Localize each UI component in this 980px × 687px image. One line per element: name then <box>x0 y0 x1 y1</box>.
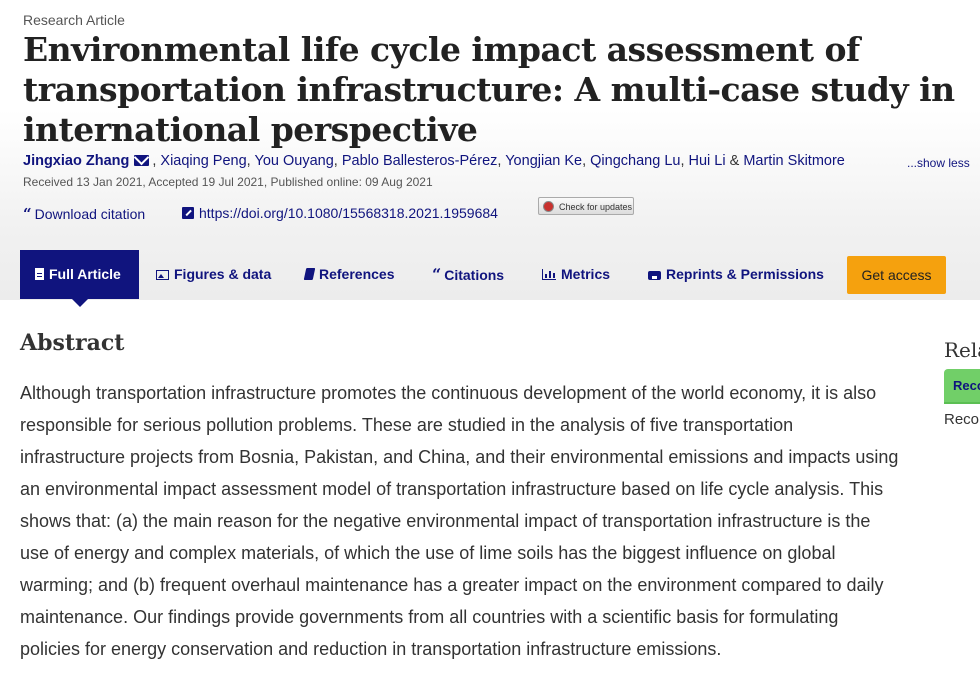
download-citation-link[interactable]: “Download citation <box>23 205 145 223</box>
bar-chart-icon <box>542 269 556 280</box>
image-icon <box>156 270 169 280</box>
show-less-link[interactable]: ...show less <box>907 156 970 170</box>
abstract-text: Although transportation infrastructure p… <box>20 383 899 659</box>
tab-full-article[interactable]: Full Article <box>20 250 139 307</box>
author-list: Jingxiao Zhang, Xiaqing Peng, You Ouyang… <box>23 153 845 169</box>
document-icon <box>35 268 44 280</box>
external-link-icon <box>182 207 194 219</box>
author-link[interactable]: Yongjian Ke <box>505 153 582 169</box>
related-heading: Rela <box>944 338 980 362</box>
article-type: Research Article <box>23 12 125 28</box>
recommended-tab[interactable]: Reco <box>944 369 980 402</box>
recommended-text: Reco <box>944 411 980 428</box>
check-for-updates-button[interactable]: Check for updates <box>538 197 634 215</box>
book-icon <box>303 268 316 280</box>
author-link[interactable]: Hui Li <box>689 153 726 169</box>
print-icon <box>648 271 661 280</box>
publication-dates: Received 13 Jan 2021, Accepted 19 Jul 20… <box>23 175 433 189</box>
author-link[interactable]: You Ouyang <box>254 153 333 169</box>
tab-citations[interactable]: “Citations <box>417 250 519 299</box>
quote-icon: “ <box>23 205 32 223</box>
tab-metrics[interactable]: Metrics <box>527 250 625 299</box>
tab-figures-data[interactable]: Figures & data <box>141 250 286 299</box>
quote-icon: “ <box>432 265 442 284</box>
article-title: Environmental life cycle impact assessme… <box>23 30 955 149</box>
abstract-heading: Abstract <box>20 330 125 356</box>
tab-reprints-permissions[interactable]: Reprints & Permissions <box>633 250 839 299</box>
author-link[interactable]: Jingxiao Zhang <box>23 153 129 169</box>
article-tabs: Full Article Figures & data References “… <box>0 250 980 307</box>
author-link[interactable]: Martin Skitmore <box>743 153 845 169</box>
mail-icon[interactable] <box>134 154 150 166</box>
tab-underline <box>944 402 980 404</box>
author-link[interactable]: Xiaqing Peng <box>160 153 246 169</box>
doi-link[interactable]: https://doi.org/10.1080/15568318.2021.19… <box>182 205 498 221</box>
author-link[interactable]: Qingchang Lu <box>590 153 680 169</box>
get-access-button[interactable]: Get access <box>847 256 946 294</box>
tab-references[interactable]: References <box>290 250 410 299</box>
author-link[interactable]: Pablo Ballesteros-Pérez <box>342 153 498 169</box>
crossmark-icon <box>543 201 554 212</box>
